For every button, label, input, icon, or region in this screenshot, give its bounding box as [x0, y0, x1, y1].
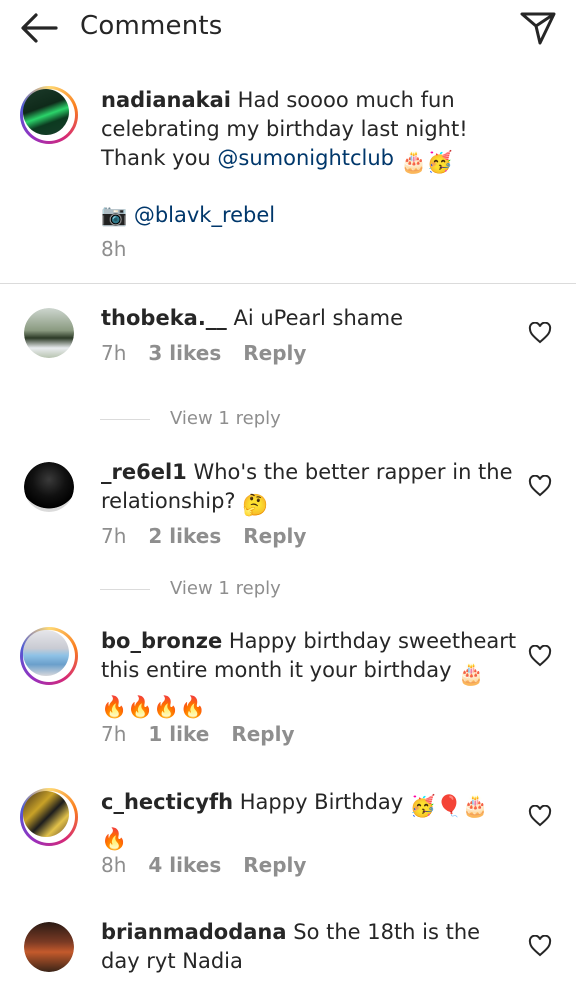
reply-button[interactable]: Reply	[243, 524, 306, 548]
caption-avatar[interactable]	[20, 86, 78, 144]
page-title: Comments	[80, 11, 223, 41]
caption-divider	[0, 283, 576, 284]
reply-button[interactable]: Reply	[243, 853, 306, 877]
comment-meta: 7h 1 like Reply	[101, 722, 317, 746]
back-arrow-icon[interactable]	[18, 10, 60, 46]
comment-text: c_hecticyfh Happy Birthday 🥳🎈🎂 🔥	[101, 788, 521, 854]
reply-button[interactable]: Reply	[231, 722, 294, 746]
view-replies-label[interactable]: View 1 reply	[170, 408, 281, 429]
view-replies[interactable]: View 1 reply	[100, 408, 281, 429]
thinking-emoji: 🤔	[242, 493, 269, 517]
comment-avatar[interactable]	[24, 922, 74, 972]
comment-avatar[interactable]	[20, 627, 78, 685]
comment-time: 8h	[101, 853, 127, 877]
comment-body: Happy Birthday	[239, 790, 404, 814]
comment-avatar[interactable]	[24, 308, 74, 358]
comment-username[interactable]: thobeka.__	[101, 306, 227, 330]
caption-mention[interactable]: @sumonightclub	[217, 146, 394, 170]
view-replies-label[interactable]: View 1 reply	[170, 578, 281, 599]
view-replies[interactable]: View 1 reply	[100, 578, 281, 599]
caption-emojis: 🎂🥳	[400, 150, 453, 174]
fire-emoji: 🔥	[101, 827, 128, 851]
heart-icon[interactable]	[528, 321, 552, 344]
heart-icon[interactable]	[528, 474, 552, 497]
comment-username[interactable]: brianmadodana	[101, 920, 287, 944]
comment-time: 7h	[101, 341, 127, 365]
reply-line	[100, 588, 150, 590]
credit-mention[interactable]: @blavk_rebel	[134, 203, 275, 227]
fire-emojis: 🔥🔥🔥🔥	[101, 695, 206, 719]
comment-time: 7h	[101, 722, 127, 746]
comment-meta: 7h 3 likes Reply	[101, 341, 328, 365]
comment-avatar[interactable]	[24, 462, 74, 512]
comment-meta: 7h 2 likes Reply	[101, 524, 328, 548]
top-bar: Comments	[0, 0, 576, 56]
comment-username[interactable]: _re6el1	[101, 460, 187, 484]
caption-credit: 📷 @blavk_rebel	[101, 201, 521, 230]
comment-avatar[interactable]	[20, 788, 78, 846]
paper-plane-icon[interactable]	[518, 10, 558, 46]
comment-text: brianmadodana So the 18th is the day ryt…	[101, 918, 521, 976]
heart-icon[interactable]	[528, 644, 552, 667]
caption-username[interactable]: nadianakai	[101, 88, 231, 112]
heart-icon[interactable]	[528, 934, 552, 957]
caption-time: 8h	[101, 237, 127, 261]
comment-username[interactable]: c_hecticyfh	[101, 790, 233, 814]
comment-likes[interactable]: 2 likes	[148, 524, 221, 548]
heart-icon[interactable]	[528, 804, 552, 827]
comment-username[interactable]: bo_bronze	[101, 629, 222, 653]
camera-icon: 📷	[101, 203, 128, 227]
comment-likes[interactable]: 3 likes	[148, 341, 221, 365]
caption-text: nadianakai Had soooo much fun celebratin…	[101, 86, 521, 177]
comment-meta: 8h 4 likes Reply	[101, 853, 328, 877]
comment-body: Ai uPearl shame	[233, 306, 404, 330]
party-emojis: 🥳🎈🎂	[409, 794, 489, 818]
comment-likes[interactable]: 1 like	[148, 722, 209, 746]
comment-text: thobeka.__ Ai uPearl shame	[101, 304, 521, 333]
cake-emoji: 🎂	[458, 662, 485, 686]
reply-line	[100, 418, 150, 420]
comment-text: _re6el1 Who's the better rapper in the r…	[101, 458, 521, 520]
comment-time: 7h	[101, 524, 127, 548]
comment-likes[interactable]: 4 likes	[148, 853, 221, 877]
comment-text: bo_bronze Happy birthday sweetheart this…	[101, 627, 521, 722]
caption-meta: 8h	[101, 237, 148, 261]
reply-button[interactable]: Reply	[243, 341, 306, 365]
